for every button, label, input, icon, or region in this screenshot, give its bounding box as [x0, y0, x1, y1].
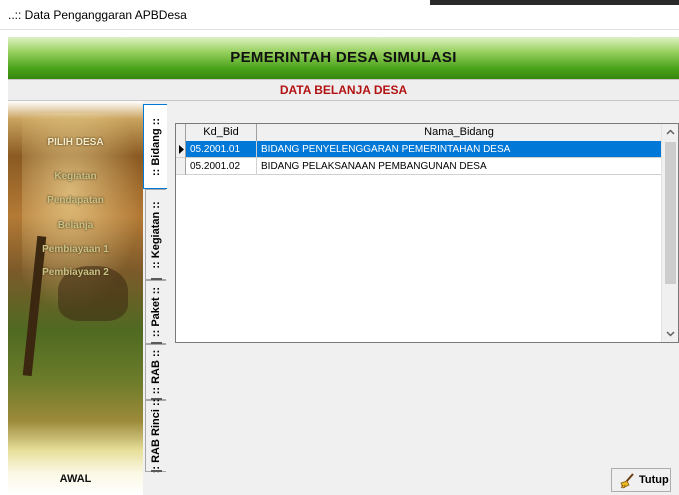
section-header: DATA BELANJA DESA: [8, 79, 679, 101]
broom-icon: [620, 473, 634, 489]
section-title: DATA BELANJA DESA: [279, 83, 408, 97]
sidebar-item-pembiayaan-2[interactable]: Pembiayaan 2: [8, 267, 143, 278]
sidebar-item-pilih-desa[interactable]: PILIH DESA: [8, 137, 143, 148]
header-title: PEMERINTAH DESA SIMULASI: [230, 49, 457, 66]
grid-corner-header: [176, 124, 186, 141]
cell-kd-bid: 05.2001.02: [186, 158, 257, 175]
tab-label: :: RAB Rinci ::: [150, 398, 162, 474]
column-header-kd-bid[interactable]: Kd_Bid: [186, 124, 257, 141]
sidebar-item-belanja[interactable]: Belanja: [8, 220, 143, 231]
close-button[interactable]: Tutup: [611, 468, 671, 492]
scroll-up-icon[interactable]: [662, 124, 678, 141]
close-button-label: Tutup: [639, 474, 669, 486]
tab-rab-rinci[interactable]: :: RAB Rinci ::: [145, 398, 166, 474]
column-header-nama-bidang[interactable]: Nama_Bidang: [257, 124, 662, 141]
tab-label: :: Bidang ::: [149, 117, 162, 176]
row-indicator[interactable]: [176, 141, 186, 158]
tab-divider: [151, 470, 162, 472]
grid-vertical-scrollbar[interactable]: [661, 124, 678, 342]
app-header: PEMERINTAH DESA SIMULASI: [8, 37, 679, 79]
titlebar-decoration: [430, 0, 679, 5]
tab-kegiatan[interactable]: :: Kegiatan ::: [145, 189, 166, 280]
row-indicator-icon: [179, 145, 184, 154]
grid-header: Kd_Bid Nama_Bidang: [176, 124, 662, 142]
tab-label: :: RAB ::: [150, 349, 162, 395]
vertical-tab-strip: :: Bidang :: :: Kegiatan :: :: Paket :: …: [143, 101, 167, 495]
window-title: ..:: Data Penganggaran APBDesa: [8, 8, 187, 22]
tab-rab[interactable]: :: RAB ::: [145, 344, 166, 400]
table-row[interactable]: 05.2001.02 BIDANG PELAKSANAAN PEMBANGUNA…: [186, 158, 662, 175]
bidang-data-grid[interactable]: Kd_Bid Nama_Bidang 05.2001.01 BIDANG PEN…: [175, 123, 679, 343]
tab-label: :: Paket ::: [150, 286, 162, 338]
sidebar-item-awal[interactable]: AWAL: [8, 473, 143, 485]
window-titlebar: ..:: Data Penganggaran APBDesa: [0, 0, 679, 30]
tab-paket[interactable]: :: Paket ::: [145, 280, 166, 344]
cell-nama-bidang: BIDANG PENYELENGGARAN PEMERINTAHAN DESA: [257, 141, 662, 158]
table-row[interactable]: 05.2001.01 BIDANG PENYELENGGARAN PEMERIN…: [186, 141, 662, 158]
sidebar-item-pembiayaan-1[interactable]: Pembiayaan 1: [8, 244, 143, 255]
tab-content-panel: Kd_Bid Nama_Bidang 05.2001.01 BIDANG PEN…: [167, 101, 679, 495]
cell-nama-bidang: BIDANG PELAKSANAAN PEMBANGUNAN DESA: [257, 158, 662, 175]
sidebar-item-pendapatan[interactable]: Pendapatan: [8, 195, 143, 206]
scroll-down-icon[interactable]: [662, 325, 678, 342]
tab-label: :: Kegiatan ::: [150, 200, 162, 269]
content-top-bar: [167, 101, 679, 119]
sidebar-item-kegiatan[interactable]: Kegiatan: [8, 171, 143, 182]
row-indicator[interactable]: [176, 158, 186, 175]
tab-bidang[interactable]: :: Bidang ::: [143, 104, 167, 189]
sidebar-menu: PILIH DESA Kegiatan Pendapatan Belanja P…: [8, 101, 143, 495]
scrollbar-thumb[interactable]: [665, 142, 676, 284]
cell-kd-bid: 05.2001.01: [186, 141, 257, 158]
